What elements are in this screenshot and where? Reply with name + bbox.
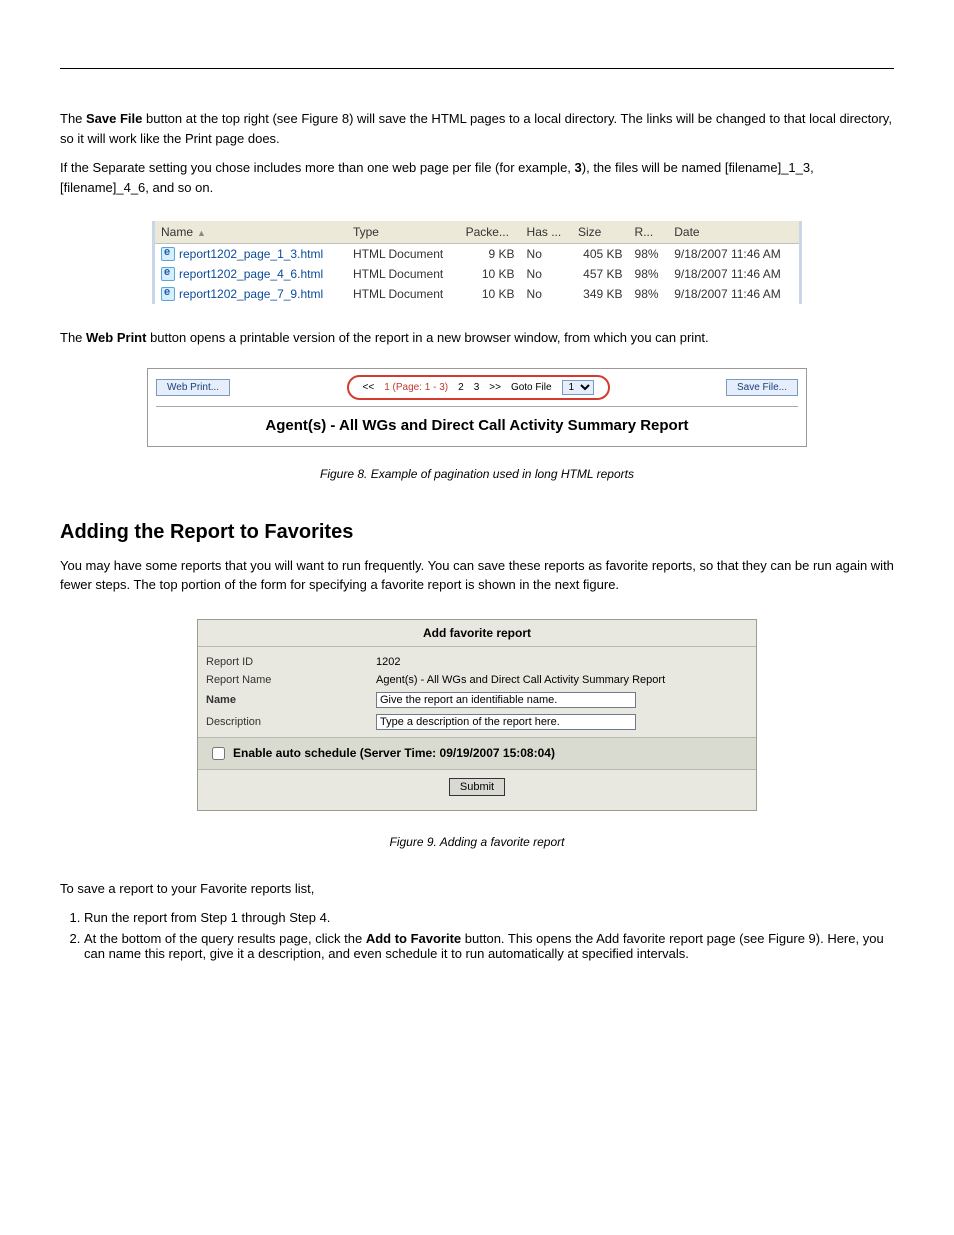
col-name[interactable]: Name▲ [154,221,347,244]
intro-paragraph-2: If the Separate setting you chose includ… [60,158,894,197]
table-row[interactable]: report1202_page_1_3.html HTML Document9 K… [154,244,801,265]
goto-file-select[interactable]: 1 [562,380,594,395]
file-packed: 9 KB [460,244,521,265]
add-favorite-title: Add favorite report [198,620,756,647]
page-rule [60,68,894,69]
file-type: HTML Document [347,284,460,304]
file-size: 405 KB [572,244,629,265]
html-file-icon [161,287,175,301]
text: If the Separate setting you chose includ… [60,160,575,175]
favorite-name-input[interactable] [376,692,636,708]
text: The [60,111,86,126]
html-file-icon [161,247,175,261]
section-heading: Adding the Report to Favorites [60,521,894,544]
intro-paragraph-1: The Save File button at the top right (s… [60,109,894,148]
pager-current: 1 (Page: 1 - 3) [384,382,448,393]
col-date[interactable]: Date [668,221,800,244]
mid-paragraph: The Web Print button opens a printable v… [60,328,894,348]
report-name-label: Report Name [206,674,376,686]
file-date: 9/18/2007 11:46 AM [668,284,800,304]
text: The [60,330,86,345]
table-header-row: Name▲ Type Packe... Has ... Size R... Da… [154,221,801,244]
file-packed: 10 KB [460,284,521,304]
save-file-button[interactable]: Save File... [726,379,798,396]
report-id-value: 1202 [376,656,748,668]
save-file-term: Save File [86,111,142,126]
report-name-value: Agent(s) - All WGs and Direct Call Activ… [376,674,748,686]
file-ratio: 98% [629,284,669,304]
col-packed[interactable]: Packe... [460,221,521,244]
pager-page-3[interactable]: 3 [474,382,480,393]
add-to-favorite-term: Add to Favorite [366,931,461,946]
file-has: No [521,284,572,304]
description-input[interactable] [376,714,636,730]
file-date: 9/18/2007 11:46 AM [668,264,800,284]
pager-highlight: << 1 (Page: 1 - 3) 2 3 >> Goto File 1 [347,375,610,400]
file-date: 9/18/2007 11:46 AM [668,244,800,265]
figure-8-caption: Figure 8. Example of pagination used in … [60,467,894,481]
pager-next[interactable]: >> [489,382,501,393]
web-print-button[interactable]: Web Print... [156,379,230,396]
file-has: No [521,244,572,265]
enable-schedule-checkbox[interactable] [212,747,225,760]
steps-list: Run the report from Step 1 through Step … [84,910,894,961]
file-type: HTML Document [347,264,460,284]
submit-button[interactable]: Submit [449,778,505,796]
html-file-icon [161,267,175,281]
file-name: report1202_page_1_3.html [179,247,323,261]
favorite-name-label: Name [206,694,376,706]
col-ratio[interactable]: R... [629,221,669,244]
file-ratio: 98% [629,264,669,284]
file-packed: 10 KB [460,264,521,284]
favorites-intro: You may have some reports that you will … [60,556,894,595]
report-id-label: Report ID [206,656,376,668]
table-row[interactable]: report1202_page_4_6.html HTML Document10 … [154,264,801,284]
add-favorite-form: Add favorite report Report ID 1202 Repor… [197,619,757,811]
text: button at the top right (see Figure 8) w… [60,111,892,146]
text: button opens a printable version of the … [146,330,708,345]
web-print-term: Web Print [86,330,146,345]
file-name: report1202_page_7_9.html [179,287,323,301]
report-header-figure: Web Print... << 1 (Page: 1 - 3) 2 3 >> G… [147,368,807,447]
pager-prev[interactable]: << [363,382,375,393]
file-type: HTML Document [347,244,460,265]
step-2: At the bottom of the query results page,… [84,931,894,961]
file-ratio: 98% [629,244,669,265]
steps-intro: To save a report to your Favorite report… [60,879,894,899]
sort-asc-icon: ▲ [197,228,206,238]
report-title: Agent(s) - All WGs and Direct Call Activ… [156,417,798,434]
col-has[interactable]: Has ... [521,221,572,244]
file-size: 349 KB [572,284,629,304]
table-row[interactable]: report1202_page_7_9.html HTML Document10 … [154,284,801,304]
col-size[interactable]: Size [572,221,629,244]
figure-9-caption: Figure 9. Adding a favorite report [60,835,894,849]
report-toolbar: Web Print... << 1 (Page: 1 - 3) 2 3 >> G… [156,375,798,407]
separate-value: 3 [575,160,582,175]
enable-schedule-row: Enable auto schedule (Server Time: 09/19… [198,737,756,770]
step-1: Run the report from Step 1 through Step … [84,910,894,925]
file-size: 457 KB [572,264,629,284]
file-has: No [521,264,572,284]
pager-page-2[interactable]: 2 [458,382,464,393]
goto-file-label: Goto File [511,382,552,393]
enable-schedule-label: Enable auto schedule (Server Time: 09/19… [233,746,555,760]
saved-files-table: Name▲ Type Packe... Has ... Size R... Da… [152,221,802,304]
description-label: Description [206,716,376,728]
file-name: report1202_page_4_6.html [179,267,323,281]
col-type[interactable]: Type [347,221,460,244]
